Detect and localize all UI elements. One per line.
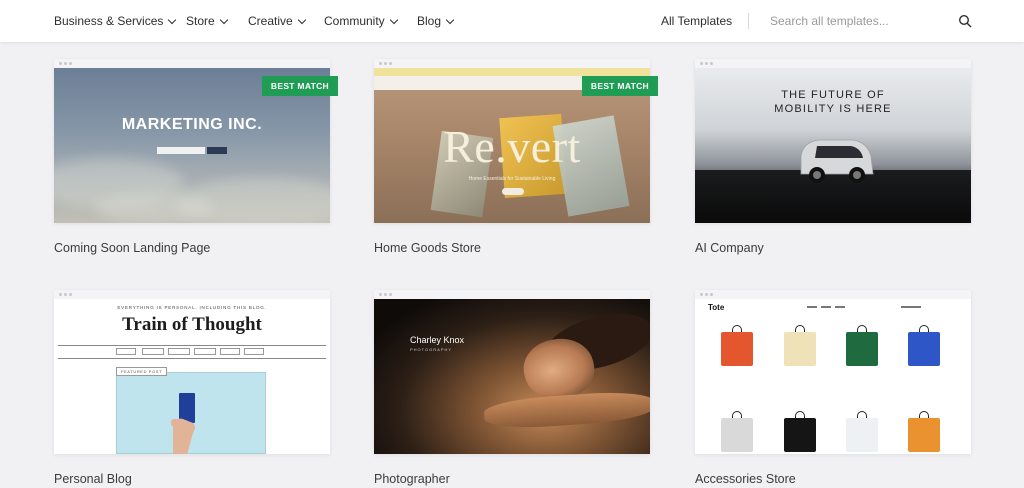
tote-bag-gray <box>721 418 753 452</box>
top-navigation: Business & Services Store Creative Commu… <box>0 0 1024 42</box>
preview-nav-dash <box>901 306 921 308</box>
tote-bag-green <box>846 332 878 366</box>
preview-subtitle: PHOTOGRAPHY <box>410 347 453 352</box>
preview-nav-dash <box>835 306 845 308</box>
nav-community[interactable]: Community <box>324 0 398 42</box>
tote-bag-white <box>846 418 878 452</box>
tote-bag-orange <box>721 332 753 366</box>
preview-image: THE FUTURE OF MOBILITY IS HERE <box>695 68 971 223</box>
browser-bar <box>374 59 650 68</box>
chevron-down-icon <box>168 15 177 24</box>
template-title[interactable]: Personal Blog <box>54 472 132 486</box>
search-input[interactable] <box>770 11 950 31</box>
preview-rule <box>58 345 326 346</box>
search-icon[interactable] <box>958 14 972 28</box>
nav-label: Community <box>324 14 385 28</box>
preview-rule <box>58 358 326 359</box>
browser-bar <box>695 290 971 299</box>
template-preview[interactable]: Tote <box>695 290 971 454</box>
preview-kicker: EVERYTHING IS PERSONAL. INCLUDING THIS B… <box>117 305 267 310</box>
preview-input <box>157 147 205 154</box>
preview-brand: Tote <box>708 303 725 312</box>
hand-holding-book-icon <box>171 393 195 454</box>
browser-bar <box>54 290 330 299</box>
preview-image: Charley Knox PHOTOGRAPHY <box>374 299 650 454</box>
preview-button <box>207 147 227 154</box>
tote-bag-blue <box>908 332 940 366</box>
preview-nav-dash <box>807 306 817 308</box>
chevron-down-icon <box>297 15 306 24</box>
chevron-down-icon <box>445 15 455 24</box>
nav-business-services[interactable]: Business & Services <box>54 0 177 42</box>
all-templates-link[interactable]: All Templates <box>661 0 732 42</box>
preview-image: Tote <box>695 299 971 454</box>
preview-photo-arm <box>483 389 650 431</box>
template-title[interactable]: AI Company <box>695 241 764 255</box>
chevron-down-icon <box>389 15 398 24</box>
preview-button <box>502 188 524 195</box>
featured-image <box>116 372 266 454</box>
nav-creative[interactable]: Creative <box>248 0 306 42</box>
best-match-badge: BEST MATCH <box>261 76 338 96</box>
preview-menu-box <box>220 348 240 355</box>
tote-bag-cream <box>784 332 816 366</box>
template-title[interactable]: Coming Soon Landing Page <box>54 241 210 255</box>
preview-nav-dash <box>821 306 831 308</box>
preview-name: Charley Knox <box>410 335 465 345</box>
browser-bar <box>374 290 650 299</box>
preview-menu-box <box>168 348 190 355</box>
preview-menu-box <box>142 348 164 355</box>
nav-label: Business & Services <box>54 14 164 28</box>
featured-tag: FEATURED POST <box>116 367 168 376</box>
preview-heading: Re.vert <box>443 121 581 172</box>
template-title[interactable]: Photographer <box>374 472 450 486</box>
chevron-down-icon <box>219 15 228 24</box>
template-title[interactable]: Accessories Store <box>695 472 796 486</box>
nav-divider <box>748 13 749 29</box>
nav-label: Creative <box>248 14 293 28</box>
preview-menu-box <box>116 348 136 355</box>
preview-heading: MARKETING INC. <box>121 116 263 133</box>
best-match-badge: BEST MATCH <box>581 76 658 96</box>
nav-label: Store <box>186 14 215 28</box>
preview-image: EVERYTHING IS PERSONAL. INCLUDING THIS B… <box>54 299 330 454</box>
tote-bag-black <box>784 418 816 452</box>
template-preview[interactable]: Charley Knox PHOTOGRAPHY <box>374 290 650 454</box>
preview-menu-box <box>194 348 216 355</box>
nav-label: Blog <box>417 14 442 28</box>
nav-store[interactable]: Store <box>186 0 228 42</box>
browser-bar <box>695 59 971 68</box>
preview-promo-bar <box>374 68 650 76</box>
template-preview[interactable]: THE FUTURE OF MOBILITY IS HERE <box>695 59 971 223</box>
browser-bar <box>54 59 330 68</box>
template-title[interactable]: Home Goods Store <box>374 241 481 255</box>
preview-heading: Train of Thought <box>122 314 262 335</box>
nav-blog[interactable]: Blog <box>417 0 455 42</box>
template-preview[interactable]: EVERYTHING IS PERSONAL. INCLUDING THIS B… <box>54 290 330 454</box>
preview-tagline: Home Essentials for Sustainable Living <box>468 176 556 182</box>
car-icon <box>800 139 874 183</box>
preview-heading: THE FUTURE OF MOBILITY IS HERE <box>774 89 892 115</box>
tote-bag-orange <box>908 418 940 452</box>
preview-menu-box <box>244 348 264 355</box>
